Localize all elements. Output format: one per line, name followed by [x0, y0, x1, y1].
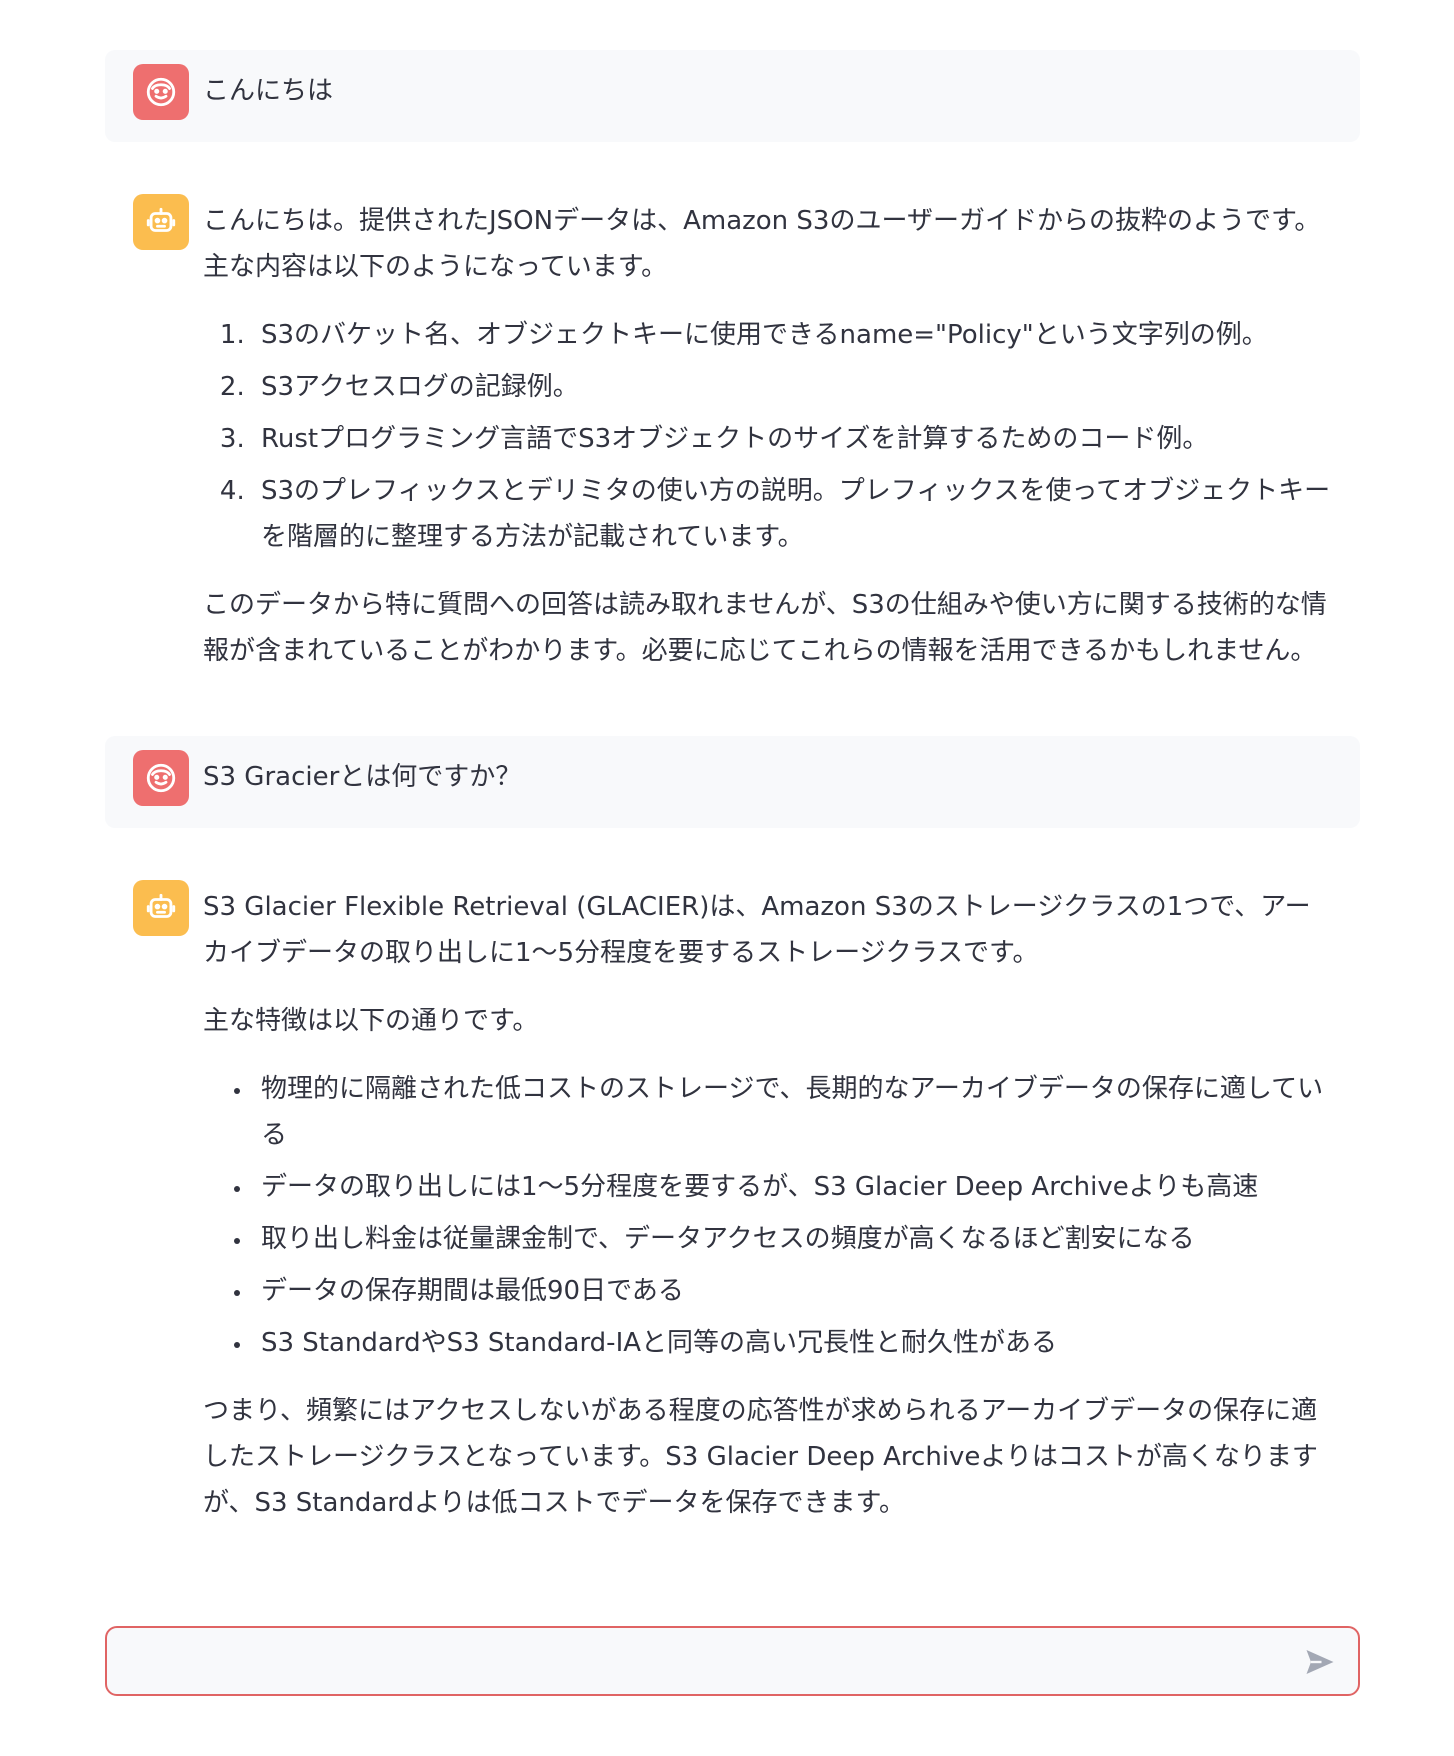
assistant-message: S3 Glacier Flexible Retrieval (GLACIER)は… [105, 866, 1360, 1548]
user-message: S3 Gracierとは何ですか？ [105, 736, 1360, 828]
list-item: S3 StandardやS3 Standard-IAと同等の高い冗長性と耐久性が… [253, 1320, 1332, 1366]
robot-face-icon [146, 207, 176, 232]
list-item: S3のバケット名、オブジェクトキーに使用できるname="Policy"という文… [253, 312, 1332, 358]
message-intro: S3 Glacier Flexible Retrieval (GLACIER)は… [203, 892, 1311, 968]
message-text: S3 Gracierとは何ですか？ [203, 762, 522, 792]
list-item: Rustプログラミング言語でS3オブジェクトのサイズを計算するためのコード例。 [253, 416, 1332, 462]
numbered-list: S3のバケット名、オブジェクトキーに使用できるname="Policy"という文… [203, 312, 1332, 560]
chat-messages: こんにちは こんにちは。提供されたJSONデータは、Amazon S3のユーザー… [105, 50, 1360, 1548]
user-avatar [133, 750, 189, 806]
smiling-face-icon [146, 763, 176, 793]
assistant-avatar [133, 194, 189, 250]
message-text: こんにちは [203, 76, 334, 106]
user-avatar [133, 64, 189, 120]
message-content: こんにちは。提供されたJSONデータは、Amazon S3のユーザーガイドからの… [203, 194, 1332, 674]
message-outro: このデータから特に質問への回答は読み取れませんが、S3の仕組みや使い方に関する技… [203, 590, 1327, 666]
send-arrow-icon [1306, 1650, 1334, 1674]
user-message: こんにちは [105, 50, 1360, 142]
robot-face-icon [146, 893, 176, 918]
bullet-list: 物理的に隔離された低コストのストレージで、長期的なアーカイブデータの保存に適して… [203, 1066, 1332, 1366]
list-item: S3アクセスログの記録例。 [253, 364, 1332, 410]
assistant-message: こんにちは。提供されたJSONデータは、Amazon S3のユーザーガイドからの… [105, 180, 1360, 696]
assistant-avatar [133, 880, 189, 936]
send-button[interactable] [1300, 1642, 1340, 1682]
message-outro: つまり、頻繁にはアクセスしないがある程度の応答性が求められるアーカイブデータの保… [203, 1396, 1318, 1518]
list-item: データの取り出しには1〜5分程度を要するが、S3 Glacier Deep Ar… [253, 1164, 1332, 1210]
smiling-face-icon [146, 77, 176, 107]
message-content: S3 Glacier Flexible Retrieval (GLACIER)は… [203, 880, 1332, 1526]
list-item: S3のプレフィックスとデリミタの使い方の説明。プレフィックスを使ってオブジェクト… [253, 468, 1332, 560]
chat-input-bar [105, 1626, 1360, 1696]
list-item: 物理的に隔離された低コストのストレージで、長期的なアーカイブデータの保存に適して… [253, 1066, 1332, 1158]
list-item: 取り出し料金は従量課金制で、データアクセスの頻度が高くなるほど割安になる [253, 1216, 1332, 1262]
list-item: データの保存期間は最低90日である [253, 1268, 1332, 1314]
message-content: S3 Gracierとは何ですか？ [203, 750, 1332, 800]
chat-input[interactable] [125, 1640, 1265, 1684]
message-lead: 主な特徴は以下の通りです。 [203, 1006, 539, 1036]
message-content: こんにちは [203, 64, 1332, 114]
message-intro: こんにちは。提供されたJSONデータは、Amazon S3のユーザーガイドからの… [203, 206, 1321, 282]
chat-history[interactable]: こんにちは こんにちは。提供されたJSONデータは、Amazon S3のユーザー… [0, 0, 1454, 1598]
